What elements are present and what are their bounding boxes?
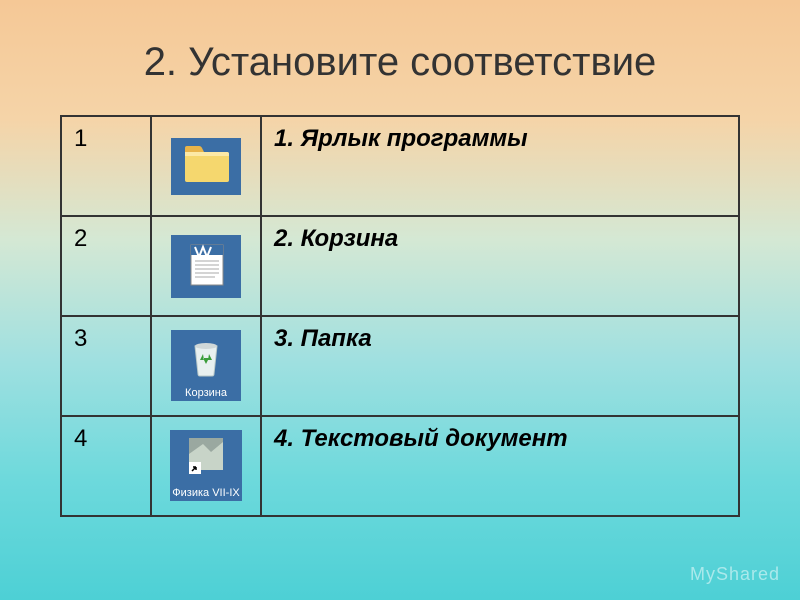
row-description: 3. Папка — [261, 316, 739, 416]
table-row: 4 Физика VII-IX 4. Текстовый документ — [61, 416, 739, 516]
watermark: MyShared — [690, 564, 780, 585]
row-number: 4 — [61, 416, 151, 516]
icon-cell — [151, 116, 261, 216]
word-icon — [171, 235, 241, 298]
icon-cell: Физика VII-IX — [151, 416, 261, 516]
icon-caption: Корзина — [173, 387, 239, 399]
recycle-icon: Корзина — [171, 330, 241, 401]
folder-icon — [171, 138, 241, 195]
row-number: 1 — [61, 116, 151, 216]
matching-table: 1 1. Ярлык программы 2 — [60, 115, 740, 517]
slide: 2. Установите соответствие 1 1. Ярлык пр… — [0, 0, 800, 557]
row-description: 4. Текстовый документ — [261, 416, 739, 516]
table-row: 1 1. Ярлык программы — [61, 116, 739, 216]
table-row: 2 2. Корзина — [61, 216, 739, 316]
shortcut-icon: Физика VII-IX — [170, 430, 241, 501]
row-description: 1. Ярлык программы — [261, 116, 739, 216]
row-number: 3 — [61, 316, 151, 416]
icon-cell — [151, 216, 261, 316]
icon-caption: Физика VII-IX — [172, 487, 239, 499]
icon-cell: Корзина — [151, 316, 261, 416]
row-description: 2. Корзина — [261, 216, 739, 316]
row-number: 2 — [61, 216, 151, 316]
table-row: 3 Корзина 3. Папка — [61, 316, 739, 416]
slide-title: 2. Установите соответствие — [60, 40, 740, 85]
